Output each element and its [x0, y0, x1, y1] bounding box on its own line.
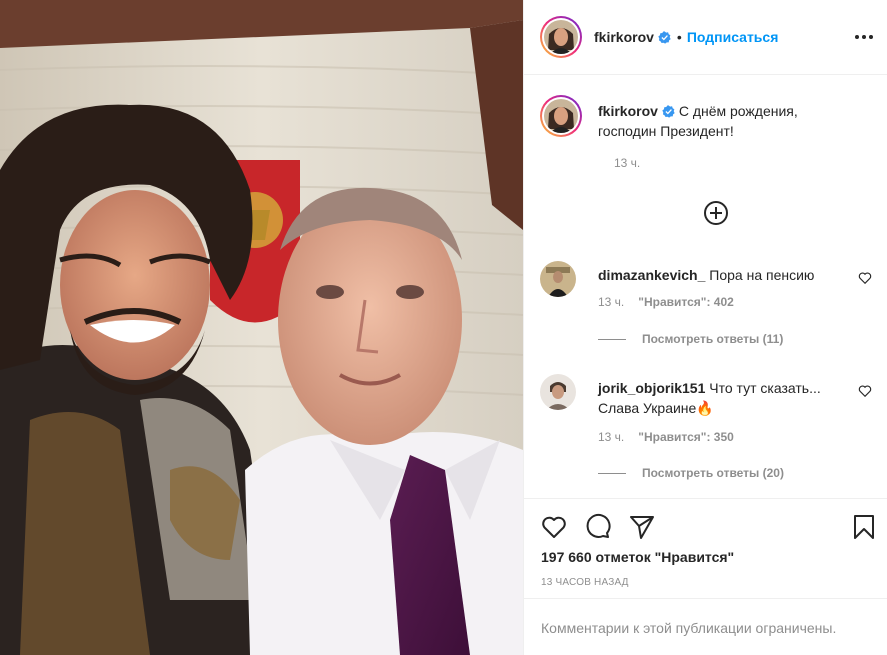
- header-separator: •: [676, 29, 682, 45]
- comment-likes[interactable]: "Нравится": 350: [638, 430, 734, 444]
- avatar-image: [544, 99, 578, 133]
- comment-username[interactable]: jorik_objorik151: [598, 380, 705, 396]
- commenter-avatar[interactable]: [540, 261, 576, 297]
- more-options-icon[interactable]: [854, 28, 874, 46]
- comment-body: dimazankevich_ Пора на пенсию: [598, 265, 850, 285]
- replies-divider: [598, 338, 626, 340]
- comments-restricted-notice: Комментарии к этой публикации ограничены…: [524, 598, 887, 655]
- follow-button[interactable]: Подписаться: [687, 29, 779, 45]
- author-avatar[interactable]: [540, 16, 582, 58]
- comment-timestamp[interactable]: 13 ч.: [598, 430, 624, 444]
- comment-like-icon[interactable]: [858, 271, 872, 285]
- header-username[interactable]: fkirkorov: [594, 29, 654, 45]
- post-photo[interactable]: [0, 0, 523, 655]
- comment-meta: 13 ч. "Нравится": 350: [598, 430, 734, 444]
- avatar-image: [544, 20, 578, 54]
- load-more-comments-icon[interactable]: [702, 199, 730, 227]
- view-replies-button[interactable]: Посмотреть ответы (11): [598, 332, 783, 346]
- post-side-panel: fkirkorov • Подписаться fkirkorov С днём…: [523, 0, 887, 655]
- comment-timestamp[interactable]: 13 ч.: [598, 295, 624, 309]
- comment-text: Пора на пенсию: [709, 267, 815, 283]
- comment-bubble-icon[interactable]: [584, 513, 612, 541]
- caption-timestamp[interactable]: 13 ч.: [614, 156, 640, 170]
- verified-badge-icon: [662, 105, 675, 118]
- bookmark-icon[interactable]: [850, 513, 878, 541]
- comment-likes[interactable]: "Нравится": 402: [638, 295, 734, 309]
- verified-badge-icon: [658, 30, 671, 44]
- likes-count[interactable]: 197 660 отметок "Нравится": [541, 549, 734, 565]
- post-header: fkirkorov • Подписаться: [524, 0, 887, 75]
- comment-meta: 13 ч. "Нравится": 402: [598, 295, 734, 309]
- comment-username[interactable]: dimazankevich_: [598, 267, 705, 283]
- caption-body: fkirkorov С днём рождения, господин През…: [598, 101, 858, 141]
- comment-body: jorik_objorik151 Что тут сказать... Слав…: [598, 378, 850, 418]
- caption-username[interactable]: fkirkorov: [598, 103, 658, 119]
- comment-like-icon[interactable]: [858, 384, 872, 398]
- view-replies-button[interactable]: Посмотреть ответы (20): [598, 466, 784, 480]
- post-actions: 197 660 отметок "Нравится" 13 ЧАСОВ НАЗА…: [524, 498, 887, 598]
- replies-divider: [598, 472, 626, 474]
- view-replies-label: Посмотреть ответы (11): [642, 332, 784, 346]
- instagram-post: fkirkorov • Подписаться fkirkorov С днём…: [0, 0, 887, 655]
- paper-plane-icon[interactable]: [628, 513, 656, 541]
- post-timestamp[interactable]: 13 ЧАСОВ НАЗАД: [541, 577, 629, 588]
- commenter-avatar[interactable]: [540, 374, 576, 410]
- view-replies-label: Посмотреть ответы (20): [642, 466, 784, 480]
- caption-avatar[interactable]: [540, 95, 582, 137]
- heart-icon[interactable]: [540, 513, 568, 541]
- selfie-image: [0, 0, 523, 655]
